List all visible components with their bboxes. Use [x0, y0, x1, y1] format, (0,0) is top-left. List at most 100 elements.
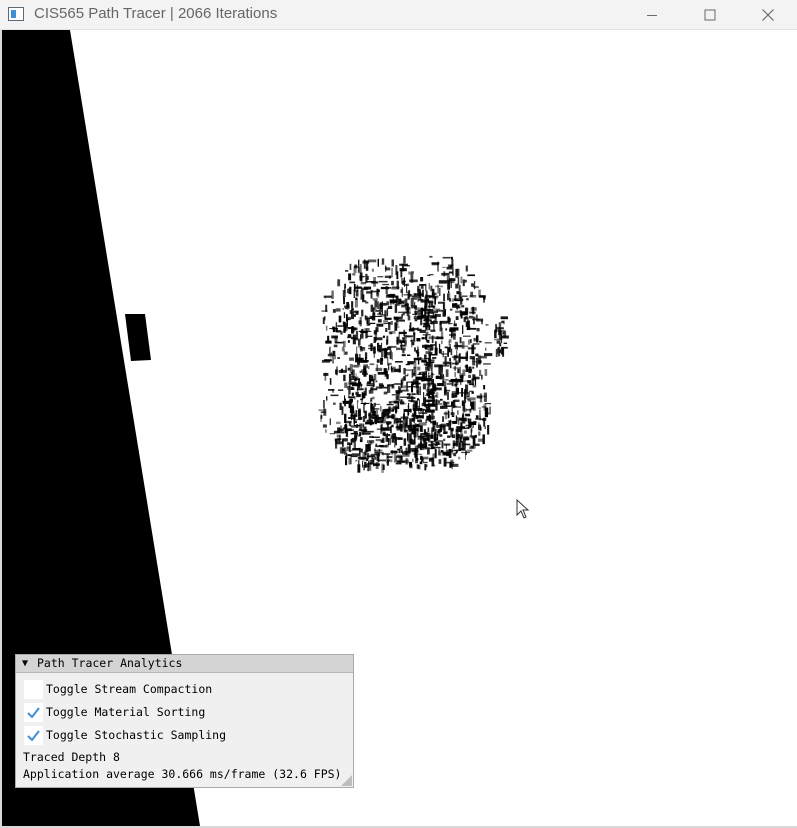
noise-fragment [359, 264, 362, 273]
noise-fragment [403, 256, 406, 264]
noise-fragment [412, 327, 414, 332]
noise-fragment [461, 436, 463, 439]
noise-fragment [394, 407, 398, 413]
noise-fragment [339, 431, 345, 434]
material-sorting-option[interactable]: Toggle Material Sorting [24, 703, 344, 722]
noise-fragment [477, 355, 481, 365]
noise-fragment [416, 390, 419, 394]
noise-fragment [359, 354, 361, 361]
noise-fragment [363, 452, 367, 454]
noise-fragment [425, 366, 429, 371]
noise-fragment [390, 459, 393, 463]
noise-fragment [352, 273, 356, 276]
noise-fragment [347, 327, 355, 330]
noise-fragment [448, 292, 451, 300]
title-bar[interactable]: CIS565 Path Tracer | 2066 Iterations [0, 0, 797, 30]
noise-fragment [465, 450, 467, 456]
noise-fragment [365, 314, 367, 321]
noise-fragment [438, 280, 448, 284]
noise-fragment [359, 275, 363, 281]
maximize-button[interactable] [681, 0, 739, 29]
noise-fragment [370, 415, 373, 419]
noise-fragment [371, 403, 374, 406]
noise-fragment [376, 323, 384, 327]
noise-fragment [450, 361, 452, 369]
noise-fragment [436, 309, 443, 312]
noise-fragment [412, 458, 414, 463]
noise-fragment [427, 379, 431, 387]
noise-fragment [396, 280, 399, 290]
noise-fragment [420, 458, 424, 462]
noise-fragment [485, 324, 489, 326]
noise-fragment [383, 302, 387, 306]
noise-fragment [478, 360, 482, 364]
noise-fragment [472, 343, 480, 345]
stochastic-sampling-checkbox[interactable] [24, 726, 43, 745]
noise-fragment [422, 289, 424, 297]
material-sorting-checkbox[interactable] [24, 703, 43, 722]
noise-fragment [417, 373, 427, 375]
noise-fragment [359, 439, 363, 443]
resize-grip-icon[interactable] [341, 775, 352, 786]
noise-fragment [442, 400, 446, 405]
noise-fragment [443, 293, 445, 301]
noise-fragment [358, 339, 360, 348]
noise-fragment [381, 423, 383, 431]
noise-fragment [427, 447, 430, 455]
noise-fragment [438, 288, 441, 296]
noise-fragment [343, 312, 346, 319]
noise-fragment [444, 386, 447, 394]
noise-fragment [371, 281, 379, 284]
noise-fragment [467, 449, 473, 452]
noise-fragment [459, 366, 461, 376]
noise-fragment [470, 291, 474, 297]
noise-fragment [348, 396, 355, 399]
noise-fragment [463, 335, 471, 337]
noise-fragment [426, 296, 435, 298]
noise-fragment [355, 460, 358, 462]
noise-fragment [424, 303, 429, 305]
stream-compaction-checkbox[interactable] [24, 680, 43, 699]
stream-compaction-option[interactable]: Toggle Stream Compaction [24, 680, 344, 699]
noise-fragment [391, 352, 393, 361]
collapse-arrow-icon[interactable]: ▼ [22, 658, 28, 669]
analytics-panel[interactable]: ▼ Path Tracer Analytics Toggle Stream Co… [15, 654, 354, 788]
minimize-button[interactable] [623, 0, 681, 29]
noise-fragment [333, 430, 340, 434]
noise-fragment [408, 433, 411, 444]
noise-fragment [325, 304, 328, 312]
render-viewport[interactable]: ▼ Path Tracer Analytics Toggle Stream Co… [2, 30, 797, 826]
noise-fragment [343, 297, 345, 305]
noise-fragment [450, 427, 454, 432]
noise-fragment [465, 384, 469, 395]
noise-fragment [398, 423, 401, 428]
stochastic-sampling-option[interactable]: Toggle Stochastic Sampling [24, 726, 344, 745]
noise-fragment [324, 296, 326, 299]
noise-fragment [348, 400, 352, 403]
noise-fragment [355, 391, 359, 395]
noise-fragment [346, 449, 353, 452]
noise-fragment [498, 331, 502, 333]
noise-fragment [442, 416, 444, 422]
noise-fragment [358, 460, 360, 466]
noise-fragment [443, 271, 446, 277]
noise-fragment [430, 329, 436, 332]
noise-fragment [442, 380, 444, 387]
close-button[interactable] [739, 0, 797, 29]
noise-fragment [400, 344, 406, 347]
noise-fragment [455, 432, 459, 440]
maximize-icon [704, 9, 716, 20]
noise-fragment [417, 398, 420, 401]
noise-fragment [484, 426, 486, 429]
noise-fragment [407, 373, 409, 377]
noise-fragment [476, 358, 478, 368]
noise-fragment [322, 424, 327, 428]
noise-fragment [467, 418, 469, 420]
noise-fragment [444, 411, 447, 420]
noise-fragment [503, 330, 507, 338]
noise-fragment [394, 436, 397, 442]
noise-fragment [429, 363, 433, 369]
noise-fragment [360, 281, 367, 285]
noise-fragment [404, 283, 409, 286]
analytics-panel-header[interactable]: ▼ Path Tracer Analytics [16, 655, 353, 673]
